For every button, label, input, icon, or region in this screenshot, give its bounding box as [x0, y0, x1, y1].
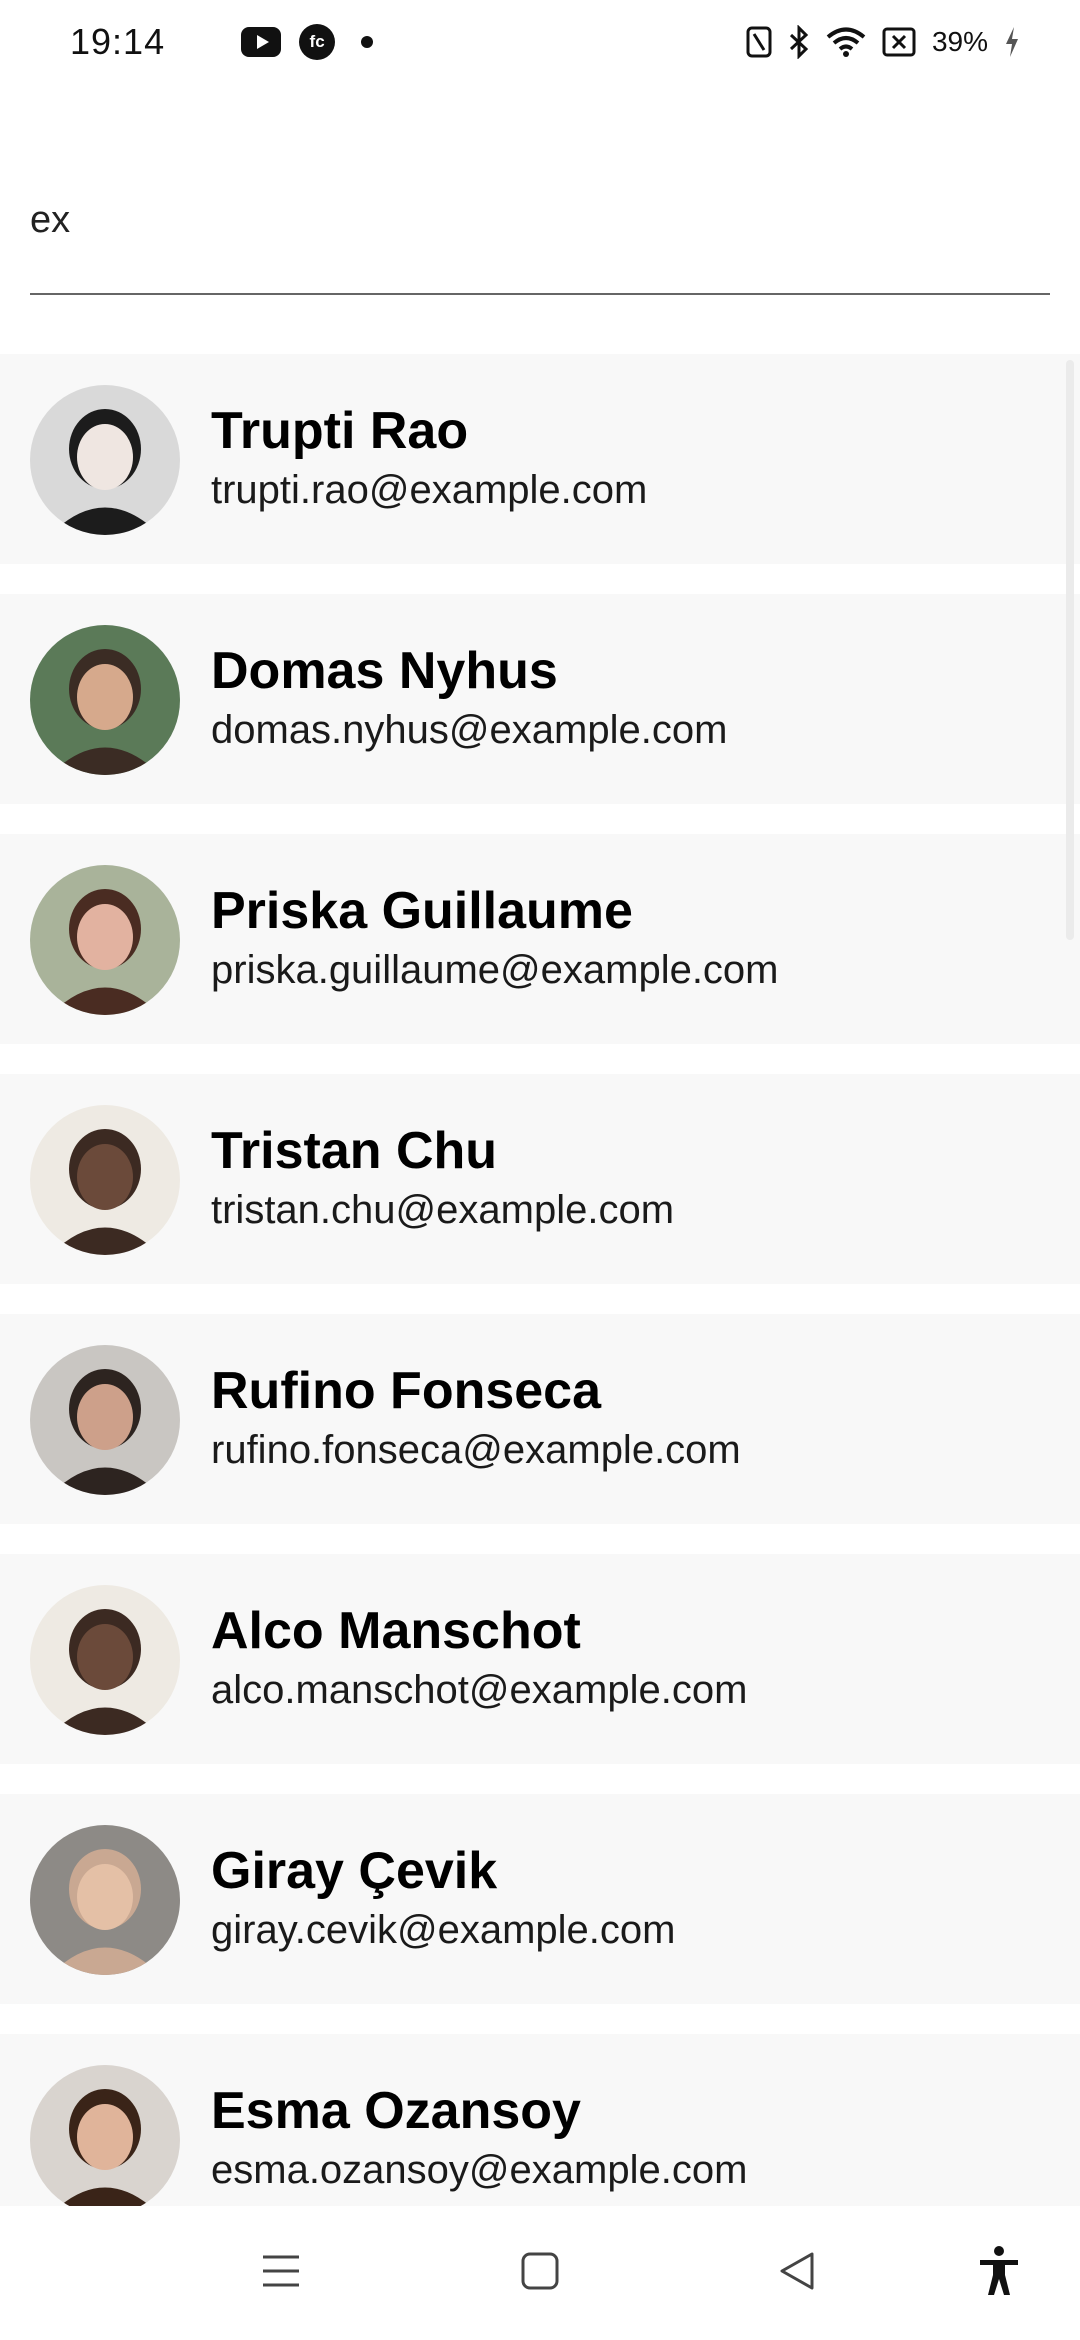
list-item[interactable]: Trupti Rao trupti.rao@example.com — [0, 354, 1080, 564]
contact-email: giray.cevik@example.com — [211, 1908, 676, 1952]
list-item[interactable]: Giray Çevik giray.cevik@example.com — [0, 1794, 1080, 2004]
contact-name: Alco Manschot — [211, 1602, 581, 1660]
list-item[interactable]: Esma Ozansoy esma.ozansoy@example.com — [0, 2034, 1080, 2206]
wifi-icon — [826, 26, 866, 58]
fc-app-icon: fc — [299, 24, 336, 60]
search-field[interactable] — [30, 150, 1050, 295]
avatar — [30, 865, 180, 1015]
contact-name: Priska Guillaume — [211, 882, 633, 940]
contact-name: Tristan Chu — [211, 1122, 498, 1180]
list-item[interactable]: Domas Nyhus domas.nyhus@example.com — [0, 594, 1080, 804]
sim-x-icon — [882, 27, 916, 57]
battery-percent: 39% — [931, 26, 988, 57]
menu-icon[interactable] — [246, 2236, 316, 2306]
back-icon[interactable] — [762, 2236, 832, 2306]
list-item[interactable]: Priska Guillaume priska.guillaume@exampl… — [0, 834, 1080, 1044]
avatar — [30, 1825, 180, 1975]
screen: 19:14 fc 39% ex Trupti Rao trupti.rao@ex… — [0, 0, 1080, 2340]
scrollbar[interactable] — [1066, 360, 1074, 940]
contact-email: priska.guillaume@example.com — [211, 948, 779, 992]
list-item[interactable]: Alco Manschot alco.manschot@example.com — [0, 1554, 1080, 1764]
contact-email: rufino.fonseca@example.com — [211, 1428, 741, 1472]
contact-name: Domas Nyhus — [211, 642, 558, 700]
contact-list[interactable]: Trupti Rao trupti.rao@example.com Domas … — [0, 354, 1080, 2206]
list-item[interactable]: Rufino Fonseca rufino.fonseca@example.co… — [0, 1314, 1080, 1524]
search-underline — [30, 293, 1050, 295]
contact-email: tristan.chu@example.com — [211, 1188, 675, 1232]
avatar — [30, 1105, 180, 1255]
avatar — [30, 1345, 180, 1495]
avatar — [30, 1585, 180, 1735]
contact-name: Giray Çevik — [211, 1842, 498, 1900]
navigation-bar — [0, 2206, 1080, 2340]
avatar — [30, 625, 180, 775]
contact-email: domas.nyhus@example.com — [211, 708, 728, 752]
avatar — [30, 2065, 180, 2206]
contact-email: trupti.rao@example.com — [211, 468, 648, 512]
bluetooth-icon — [788, 25, 810, 59]
battery-charging-icon — [1004, 26, 1020, 58]
search-input[interactable] — [30, 150, 1050, 260]
contact-name: Trupti Rao — [211, 402, 469, 460]
contact-name: Rufino Fonseca — [211, 1362, 602, 1420]
nfc-icon — [746, 25, 772, 59]
status-bar: 19:14 fc 39% — [0, 0, 1080, 84]
accessibility-icon[interactable] — [964, 2236, 1034, 2306]
home-icon[interactable] — [505, 2236, 575, 2306]
list-item[interactable]: Tristan Chu tristan.chu@example.com — [0, 1074, 1080, 1284]
contact-name: Esma Ozansoy — [211, 2082, 581, 2140]
contact-email: esma.ozansoy@example.com — [211, 2148, 748, 2192]
status-time: 19:14 — [70, 21, 166, 62]
dot-icon — [361, 36, 374, 48]
avatar — [30, 385, 180, 535]
youtube-icon — [241, 27, 282, 57]
contact-email: alco.manschot@example.com — [211, 1668, 748, 1712]
